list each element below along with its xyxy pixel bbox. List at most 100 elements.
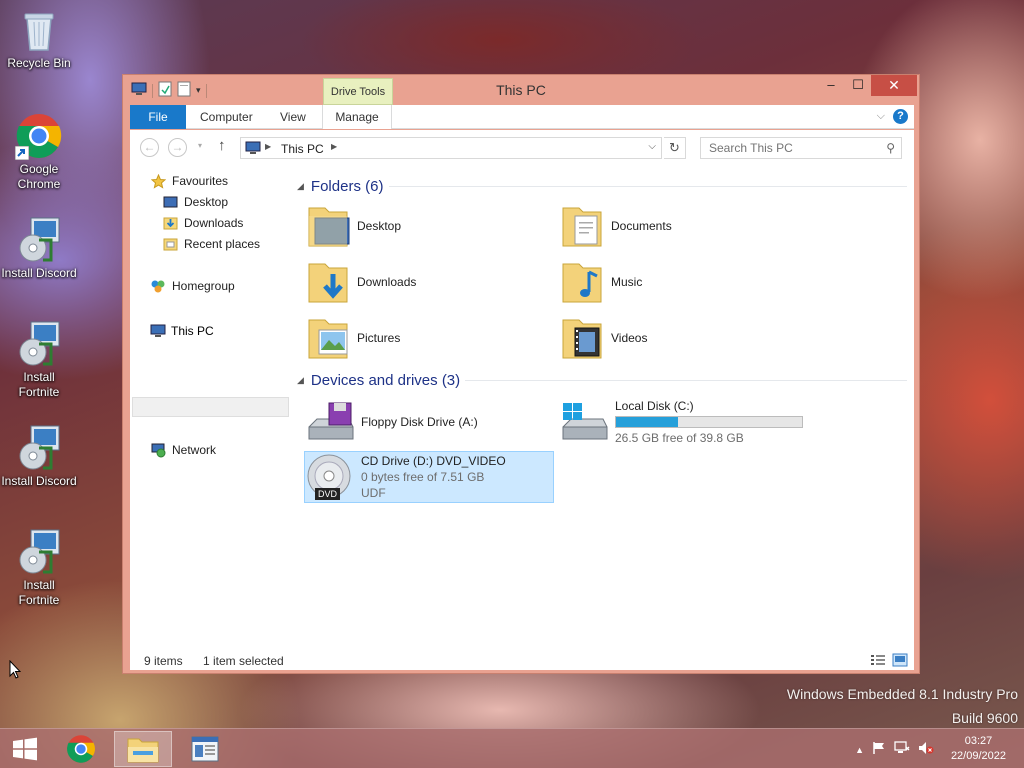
downloads-folder-icon xyxy=(162,215,178,231)
tab-file[interactable]: File xyxy=(130,105,186,129)
show-hidden-icons-chevron-icon[interactable]: ▲ xyxy=(855,745,864,755)
folder-music[interactable]: Music xyxy=(561,256,811,308)
system-tray: ▲ xyxy=(855,741,934,758)
nav-this-pc[interactable] xyxy=(132,397,289,417)
taskbar-clock[interactable]: 03:27 22/09/2022 xyxy=(951,734,1006,764)
nav-recent-places[interactable]: Recent places xyxy=(130,234,288,254)
desktop-icon-label: Install Fortnite xyxy=(18,578,60,607)
title-bar[interactable]: ▾ Drive Tools This PC – ☐ ✕ xyxy=(123,75,919,105)
large-icons-view-icon[interactable] xyxy=(892,653,908,670)
search-icon[interactable]: ⚲ xyxy=(886,141,895,155)
volume-muted-icon[interactable] xyxy=(918,741,934,758)
folder-documents[interactable]: Documents xyxy=(561,200,811,252)
maximize-button[interactable]: ☐ xyxy=(845,75,871,96)
network-icon[interactable] xyxy=(894,741,910,758)
chrome-icon xyxy=(15,112,63,160)
folder-desktop[interactable]: Desktop xyxy=(307,200,557,252)
tab-computer[interactable]: Computer xyxy=(200,105,253,129)
pictures-folder-icon xyxy=(307,314,351,362)
chevron-right-icon[interactable]: ▶ xyxy=(331,142,337,151)
recent-locations-chevron-icon[interactable]: ▾ xyxy=(198,141,202,150)
file-explorer-icon xyxy=(127,738,159,763)
help-icon[interactable]: ? xyxy=(893,109,908,124)
floppy-drive-icon xyxy=(305,399,355,445)
address-dropdown-chevron-icon[interactable]: ⌵ xyxy=(648,141,656,152)
status-selection: 1 item selected xyxy=(203,654,284,668)
folders-pane: ◢ Folders (6) Desktop Documents Download… xyxy=(297,176,907,516)
taskbar-control-panel-button[interactable] xyxy=(176,731,234,767)
taskbar-chrome-button[interactable] xyxy=(52,731,110,767)
collapse-triangle-icon[interactable]: ◢ xyxy=(297,375,304,386)
desktop-icon-install-discord[interactable]: Install Discord xyxy=(0,216,78,281)
videos-folder-icon xyxy=(561,314,605,362)
search-input[interactable] xyxy=(701,138,871,158)
desktop-icon-label: Install Discord xyxy=(1,266,77,280)
drive-name: Local Disk (C:) xyxy=(615,399,694,413)
os-watermark-line1: Windows Embedded 8.1 Industry Pro xyxy=(786,686,1018,702)
drive-free-space: 0 bytes free of 7.51 GB xyxy=(361,470,485,484)
status-bar: 9 items 1 item selected xyxy=(130,652,914,670)
folders-header[interactable]: ◢ Folders (6) xyxy=(297,176,907,196)
tab-view[interactable]: View xyxy=(280,105,306,129)
windows-logo-icon xyxy=(13,737,37,761)
window-title: This PC xyxy=(496,82,546,98)
drive-floppy-a[interactable]: Floppy Disk Drive (A:) xyxy=(305,396,555,448)
drive-cd-d[interactable]: DVD CD Drive (D:) DVD_VIDEO 0 bytes free… xyxy=(304,451,554,503)
nav-network[interactable]: Network xyxy=(130,440,288,460)
clock-date: 22/09/2022 xyxy=(950,750,1006,762)
expand-ribbon-chevron-icon[interactable]: ⌵ xyxy=(877,110,885,123)
taskbar-file-explorer-button[interactable] xyxy=(114,731,172,767)
nav-desktop[interactable]: Desktop xyxy=(130,192,288,212)
installer-icon xyxy=(15,424,63,472)
search-box[interactable]: ⚲ xyxy=(700,137,902,159)
network-icon xyxy=(150,442,166,458)
close-button[interactable]: ✕ xyxy=(871,75,917,96)
navigation-pane: Favourites Desktop Downloads Recent plac… xyxy=(130,164,290,652)
folder-downloads[interactable]: Downloads xyxy=(307,256,557,308)
chevron-right-icon[interactable]: ▶ xyxy=(265,142,271,151)
nav-favourites[interactable]: Favourites xyxy=(130,171,288,191)
collapse-triangle-icon[interactable]: ◢ xyxy=(297,181,304,192)
status-item-count: 9 items xyxy=(144,654,183,668)
nav-homegroup[interactable]: Homegroup xyxy=(130,276,288,296)
tab-manage[interactable]: Manage xyxy=(322,105,392,129)
desktop-icon-google-chrome[interactable]: Google Chrome xyxy=(0,112,78,192)
breadcrumb-this-pc[interactable]: This PC xyxy=(281,142,324,156)
desktop-icon-label: Google Chrome xyxy=(17,162,61,191)
desktop-icon-install-fortnite[interactable]: Install Fortnite xyxy=(0,320,78,400)
drive-free-space: 26.5 GB free of 39.8 GB xyxy=(615,431,744,445)
back-button[interactable]: ← xyxy=(140,138,159,157)
desktop-icon-install-discord[interactable]: Install Discord xyxy=(0,424,78,489)
folder-videos[interactable]: Videos xyxy=(561,312,811,364)
details-view-icon[interactable] xyxy=(870,653,886,670)
window-app-icon xyxy=(191,736,219,762)
downloads-folder-icon xyxy=(307,258,351,306)
devices-header[interactable]: ◢ Devices and drives (3) xyxy=(297,370,907,390)
folder-pictures[interactable]: Pictures xyxy=(307,312,557,364)
desktop-icon-recycle-bin[interactable]: Recycle Bin xyxy=(0,6,78,71)
address-bar[interactable]: ▶ This PC ▶ ⌵ xyxy=(240,137,662,159)
desktop-folder-icon xyxy=(162,194,178,210)
drive-local-disk-c[interactable]: Local Disk (C:) 26.5 GB free of 39.8 GB xyxy=(559,396,859,448)
desktop-icon-install-fortnite[interactable]: Install Fortnite xyxy=(0,528,78,608)
action-center-flag-icon[interactable] xyxy=(872,741,886,758)
refresh-button[interactable]: ↻ xyxy=(664,137,686,159)
dvd-drive-icon: DVD xyxy=(305,454,355,500)
recent-places-icon xyxy=(162,236,178,252)
taskbar: ▲ 03:27 22/09/2022 xyxy=(0,728,1024,768)
homegroup-icon xyxy=(150,278,166,294)
forward-button[interactable]: → xyxy=(168,138,187,157)
disk-usage-bar xyxy=(615,416,803,428)
nav-downloads[interactable]: Downloads xyxy=(130,213,288,233)
disk-usage-fill xyxy=(616,417,679,427)
up-arrow-icon[interactable]: ↑ xyxy=(218,137,226,154)
recycle-bin-icon xyxy=(15,6,63,54)
drive-name: Floppy Disk Drive (A:) xyxy=(361,415,478,429)
chrome-icon xyxy=(67,735,95,763)
star-icon xyxy=(150,173,166,189)
local-disk-icon xyxy=(559,399,609,445)
installer-icon xyxy=(15,528,63,576)
nav-this-pc-label[interactable]: This PC xyxy=(150,323,214,339)
minimize-button[interactable]: – xyxy=(817,75,845,96)
start-button[interactable] xyxy=(0,731,50,767)
